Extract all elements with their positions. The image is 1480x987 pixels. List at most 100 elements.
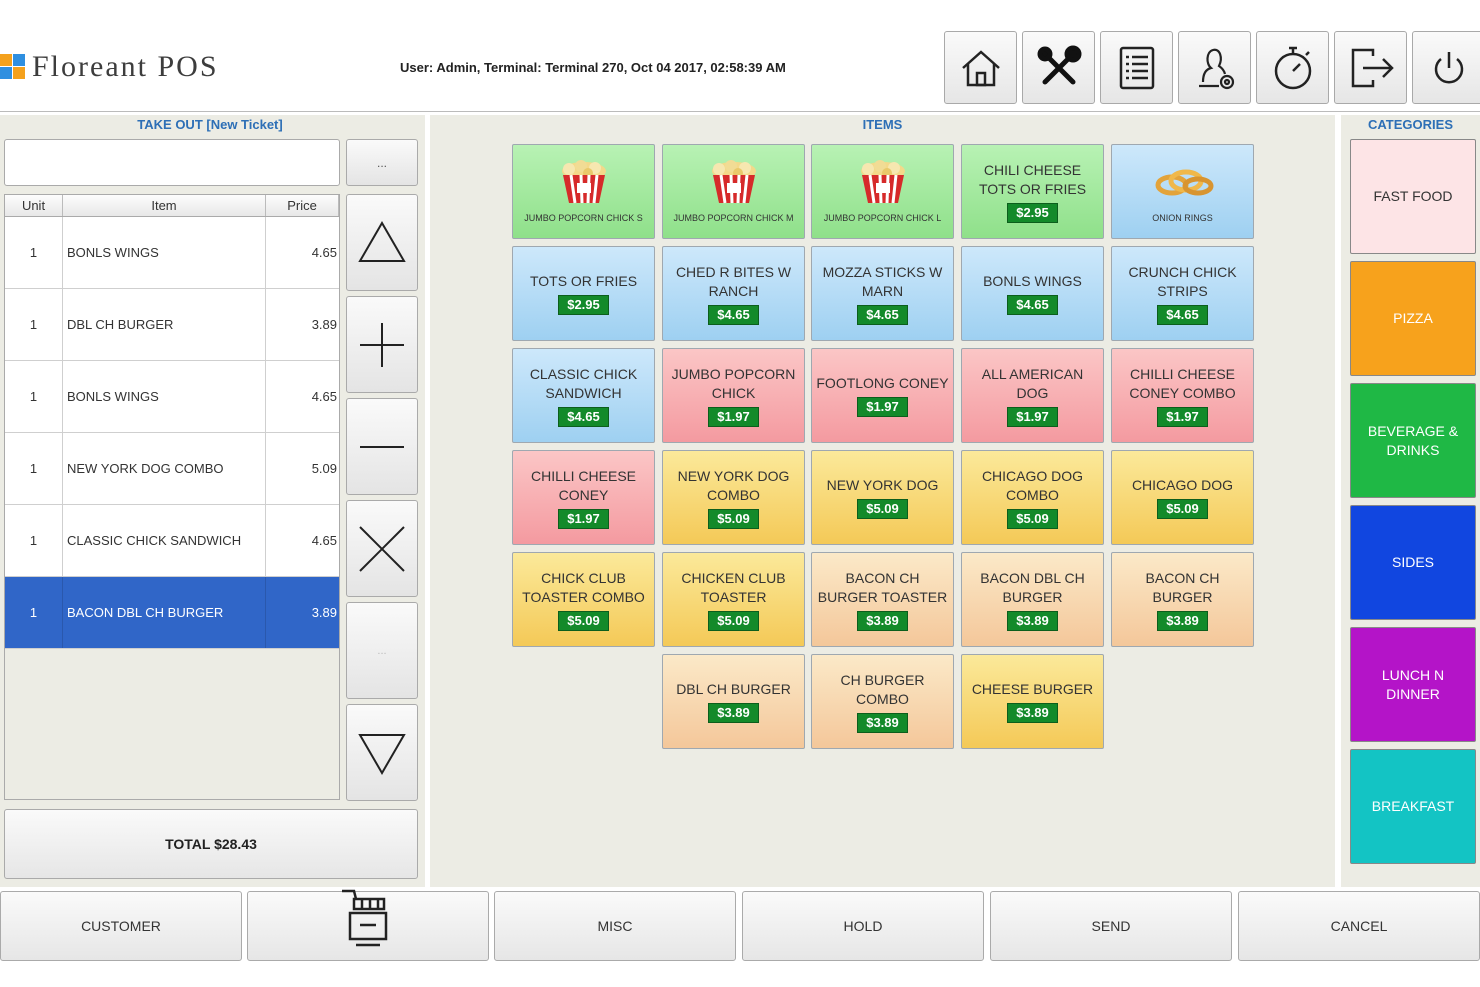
menu-item-image: [551, 159, 617, 210]
menu-item-button[interactable]: CHEESE BURGER $3.89: [961, 654, 1104, 749]
menu-item-button[interactable]: JUMBO POPCORN CHICK $1.97: [662, 348, 805, 443]
cooking-instruction-button[interactable]: [247, 889, 489, 961]
home-button[interactable]: [944, 31, 1017, 104]
category-button[interactable]: PIZZA: [1350, 261, 1476, 376]
ticket-total[interactable]: TOTAL $28.43: [4, 809, 418, 879]
table-row-selected[interactable]: 1 BACON DBL CH BURGER 3.89: [5, 577, 339, 649]
tools-button[interactable]: [1022, 31, 1095, 104]
menu-item-button[interactable]: CHICAGO DOG $5.09: [1111, 450, 1254, 545]
order-list-button[interactable]: [1100, 31, 1173, 104]
row-price: 5.09: [311, 461, 337, 476]
scroll-up-button[interactable]: [346, 194, 418, 291]
menu-item-button[interactable]: BACON DBL CH BURGER $3.89: [961, 552, 1104, 647]
send-button[interactable]: SEND: [990, 891, 1232, 961]
menu-item-price: $3.89: [857, 610, 908, 631]
menu-item-button[interactable]: CHICKEN CLUB TOASTER $5.09: [662, 552, 805, 647]
menu-item-button[interactable]: BACON CH BURGER $3.89: [1111, 552, 1254, 647]
power-button[interactable]: [1412, 31, 1480, 104]
row-item: BACON DBL CH BURGER: [63, 577, 266, 648]
menu-item-button[interactable]: NEW YORK DOG $5.09: [811, 450, 954, 545]
category-button[interactable]: BEVERAGE & DRINKS: [1350, 383, 1476, 498]
status-text: User: Admin, Terminal: Terminal 270, Oct…: [400, 60, 786, 75]
ticket-search-input[interactable]: [4, 139, 340, 186]
menu-item-button[interactable]: DBL CH BURGER $3.89: [662, 654, 805, 749]
menu-item-button[interactable]: CH BURGER COMBO $3.89: [811, 654, 954, 749]
row-unit: 1: [5, 505, 63, 576]
row-price: 3.89: [311, 605, 337, 620]
menu-item-image: [701, 159, 767, 210]
customer-button[interactable]: CUSTOMER: [0, 891, 242, 961]
items-title: ITEMS: [862, 117, 903, 132]
menu-item-button[interactable]: CHILI CHEESE TOTS OR FRIES $2.95: [961, 144, 1104, 239]
menu-item-price: $4.65: [558, 406, 609, 427]
stopwatch-button[interactable]: [1256, 31, 1329, 104]
home-icon: [961, 49, 1000, 86]
menu-item-button[interactable]: TOTS OR FRIES $2.95: [512, 246, 655, 341]
column-header-item[interactable]: Item: [63, 195, 266, 216]
menu-item-button[interactable]: CHICK CLUB TOASTER COMBO $5.09: [512, 552, 655, 647]
close-icon: [359, 525, 405, 572]
increase-quantity-button[interactable]: [346, 296, 418, 393]
decrease-quantity-button[interactable]: [346, 398, 418, 495]
menu-item-name: MOZZA STICKS W MARN: [822, 263, 943, 299]
menu-item-button[interactable]: BONLS WINGS $4.65: [961, 246, 1104, 341]
menu-item-button[interactable]: MOZZA STICKS W MARN $4.65: [811, 246, 954, 341]
category-button[interactable]: SIDES: [1350, 505, 1476, 620]
menu-item-button[interactable]: CHED R BITES W RANCH $4.65: [662, 246, 805, 341]
pos-window: Floreant POS User: Admin, Terminal: Term…: [0, 0, 1480, 987]
logo-icon: [0, 52, 26, 82]
row-unit: 1: [5, 217, 63, 288]
menu-item-button[interactable]: FOOTLONG CONEY $1.97: [811, 348, 954, 443]
menu-item-price: $3.89: [1157, 610, 1208, 631]
menu-item-price: $1.97: [558, 508, 609, 529]
menu-item-button[interactable]: CHILLI CHEESE CONEY $1.97: [512, 450, 655, 545]
cancel-button[interactable]: CANCEL: [1238, 891, 1480, 961]
category-button[interactable]: LUNCH N DINNER: [1350, 627, 1476, 742]
menu-item-name: FOOTLONG CONEY: [816, 375, 949, 391]
menu-item-button[interactable]: JUMBO POPCORN CHICK M: [662, 144, 805, 239]
row-price: 3.89: [311, 317, 337, 332]
menu-item-button[interactable]: ALL AMERICAN DOG $1.97: [961, 348, 1104, 443]
user-settings-button[interactable]: [1178, 31, 1251, 104]
table-row[interactable]: 1 BONLS WINGS 4.65: [5, 217, 339, 289]
row-item: CLASSIC CHICK SANDWICH: [63, 505, 266, 576]
category-button[interactable]: BREAKFAST: [1350, 749, 1476, 864]
scroll-down-button[interactable]: [346, 704, 418, 801]
menu-item-button[interactable]: BACON CH BURGER TOASTER $3.89: [811, 552, 954, 647]
menu-item-button[interactable]: CLASSIC CHICK SANDWICH $4.65: [512, 348, 655, 443]
menu-item-button[interactable]: ONION RINGS: [1111, 144, 1254, 239]
category-button[interactable]: FAST FOOD: [1350, 139, 1476, 254]
row-unit: 1: [5, 433, 63, 504]
hold-button[interactable]: HOLD: [742, 891, 984, 961]
menu-item-price: $5.09: [708, 508, 759, 529]
menu-item-button[interactable]: CHILLI CHEESE CONEY COMBO $1.97: [1111, 348, 1254, 443]
ticket-title: TAKE OUT [New Ticket]: [137, 117, 283, 132]
menu-item-price: $5.09: [1007, 508, 1058, 529]
menu-item-button[interactable]: JUMBO POPCORN CHICK S: [512, 144, 655, 239]
ticket-options-button[interactable]: ...: [346, 139, 418, 186]
menu-item-price: $4.65: [1007, 295, 1058, 315]
table-row[interactable]: 1 DBL CH BURGER 3.89: [5, 289, 339, 361]
header: Floreant POS User: Admin, Terminal: Term…: [0, 0, 1480, 112]
misc-button[interactable]: MISC: [494, 891, 736, 961]
menu-item-button[interactable]: CHICAGO DOG COMBO $5.09: [961, 450, 1104, 545]
menu-item-price: $3.89: [1007, 703, 1058, 723]
menu-item-name: BONLS WINGS: [983, 273, 1082, 289]
table-row[interactable]: 1 NEW YORK DOG COMBO 5.09: [5, 433, 339, 505]
menu-item-button[interactable]: CRUNCH CHICK STRIPS $4.65: [1111, 246, 1254, 341]
delete-item-button[interactable]: [346, 500, 418, 597]
plus-icon: [360, 322, 404, 367]
table-row[interactable]: 1 BONLS WINGS 4.65: [5, 361, 339, 433]
menu-item-button[interactable]: JUMBO POPCORN CHICK L: [811, 144, 954, 239]
menu-item-name: JUMBO POPCORN CHICK S: [524, 212, 643, 223]
logout-button[interactable]: [1334, 31, 1407, 104]
column-header-price[interactable]: Price: [266, 195, 339, 216]
onion-rings-icon: [1155, 169, 1213, 195]
table-row[interactable]: 1 CLASSIC CHICK SANDWICH 4.65: [5, 505, 339, 577]
row-item: DBL CH BURGER: [63, 289, 266, 360]
menu-item-image: [1150, 159, 1216, 210]
column-header-unit[interactable]: Unit: [5, 195, 63, 216]
menu-item-button[interactable]: NEW YORK DOG COMBO $5.09: [662, 450, 805, 545]
app-name: Floreant POS: [32, 50, 219, 83]
menu-item-price: $4.65: [857, 304, 908, 325]
